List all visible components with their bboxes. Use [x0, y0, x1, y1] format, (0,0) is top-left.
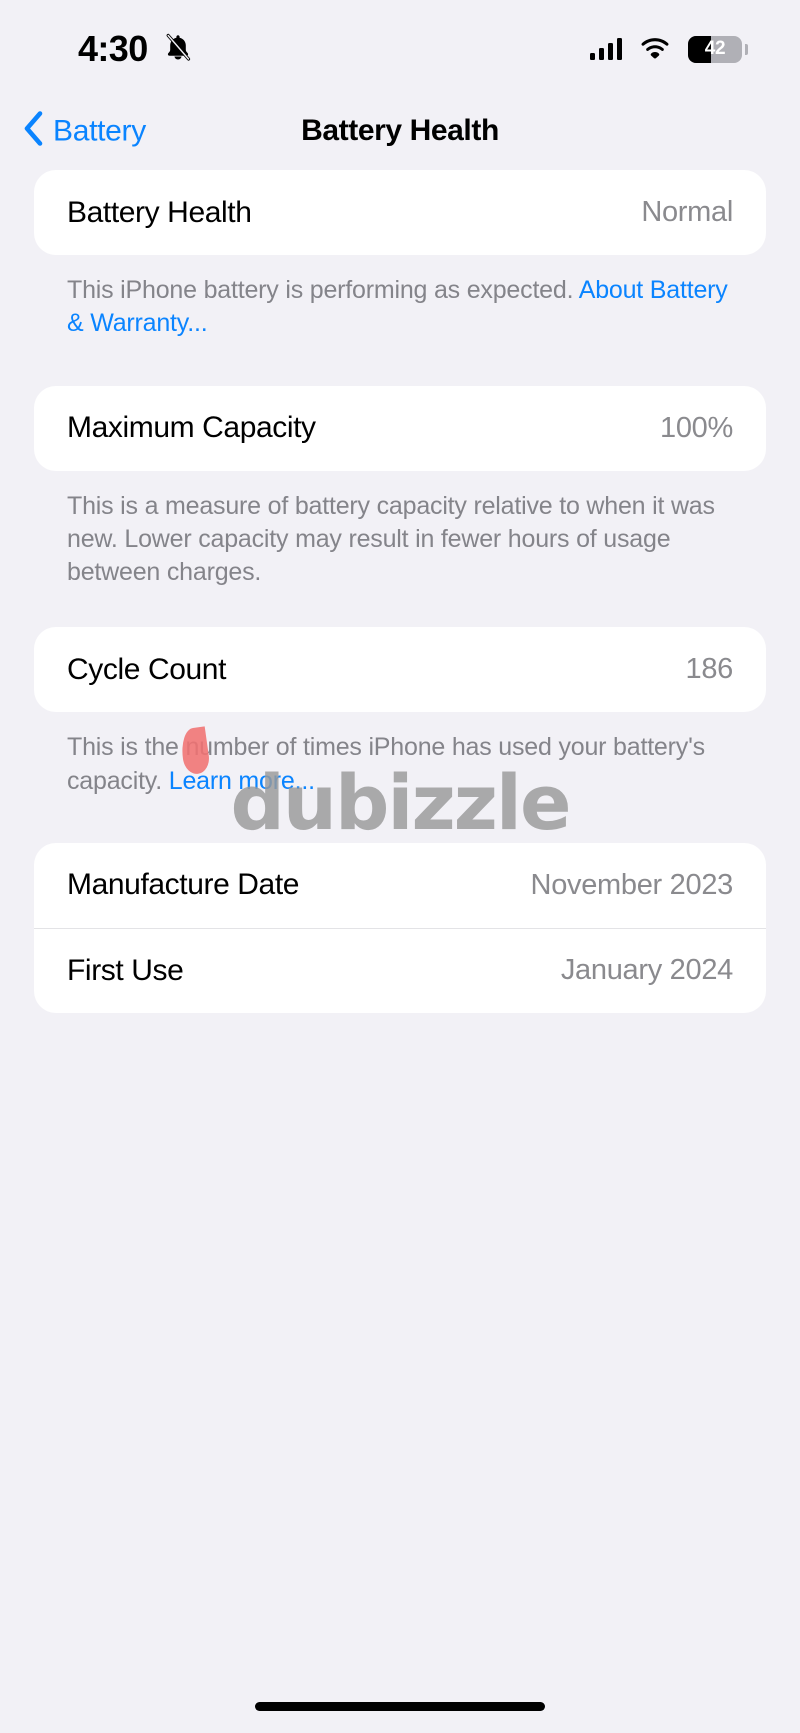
maximum-capacity-card: Maximum Capacity 100% [34, 385, 766, 471]
cycle-count-row[interactable]: Cycle Count 186 [34, 627, 766, 712]
battery-health-footnote: This iPhone battery is performing as exp… [34, 274, 766, 341]
battery-health-screen: 4:30 42 Battery Battery Health Battery H… [0, 0, 800, 1733]
manufacture-date-row: Manufacture Date November 2023 [34, 843, 766, 928]
cycle-count-footnote: This is the number of times iPhone has u… [34, 731, 766, 798]
battery-health-card: Battery Health Normal [34, 170, 766, 255]
status-bar-right: 42 [589, 35, 748, 64]
battery-health-value: Normal [641, 196, 733, 228]
wifi-icon [639, 35, 671, 64]
battery-health-row[interactable]: Battery Health Normal [34, 170, 766, 255]
maximum-capacity-row[interactable]: Maximum Capacity 100% [34, 386, 766, 471]
learn-more-link[interactable]: Learn more... [169, 767, 315, 795]
battery-percent-label: 42 [704, 38, 726, 59]
home-indicator[interactable] [255, 1702, 545, 1711]
navigation-bar: Battery Battery Health [0, 92, 800, 170]
cellular-bars-icon [589, 38, 622, 60]
bell-slash-icon [162, 31, 194, 68]
battery-health-label: Battery Health [67, 195, 252, 229]
cycle-count-value: 186 [685, 653, 734, 686]
page-title: Battery Health [301, 114, 499, 147]
status-time: 4:30 [78, 28, 148, 69]
cycle-count-card: Cycle Count 186 [34, 627, 766, 713]
battery-health-footnote-text: This iPhone battery is performing as exp… [67, 276, 579, 304]
battery-icon: 42 [688, 35, 748, 63]
first-use-value: January 2024 [560, 954, 733, 987]
first-use-label: First Use [67, 953, 184, 987]
maximum-capacity-value: 100% [660, 411, 733, 444]
settings-content: Battery Health Normal This iPhone batter… [0, 170, 800, 1013]
status-bar: 4:30 42 [0, 0, 800, 92]
cycle-count-footnote-text: This is the number of times iPhone has u… [67, 733, 705, 795]
maximum-capacity-label: Maximum Capacity [67, 411, 316, 444]
first-use-row: First Use January 2024 [34, 927, 766, 1013]
cycle-count-label: Cycle Count [67, 652, 227, 686]
battery-dates-card: Manufacture Date November 2023 First Use… [34, 842, 766, 1013]
status-bar-left: 4:30 [78, 31, 194, 68]
maximum-capacity-footnote: This is a measure of battery capacity re… [67, 491, 715, 587]
manufacture-date-value: November 2023 [530, 868, 734, 901]
manufacture-date-label: Manufacture Date [67, 868, 300, 902]
